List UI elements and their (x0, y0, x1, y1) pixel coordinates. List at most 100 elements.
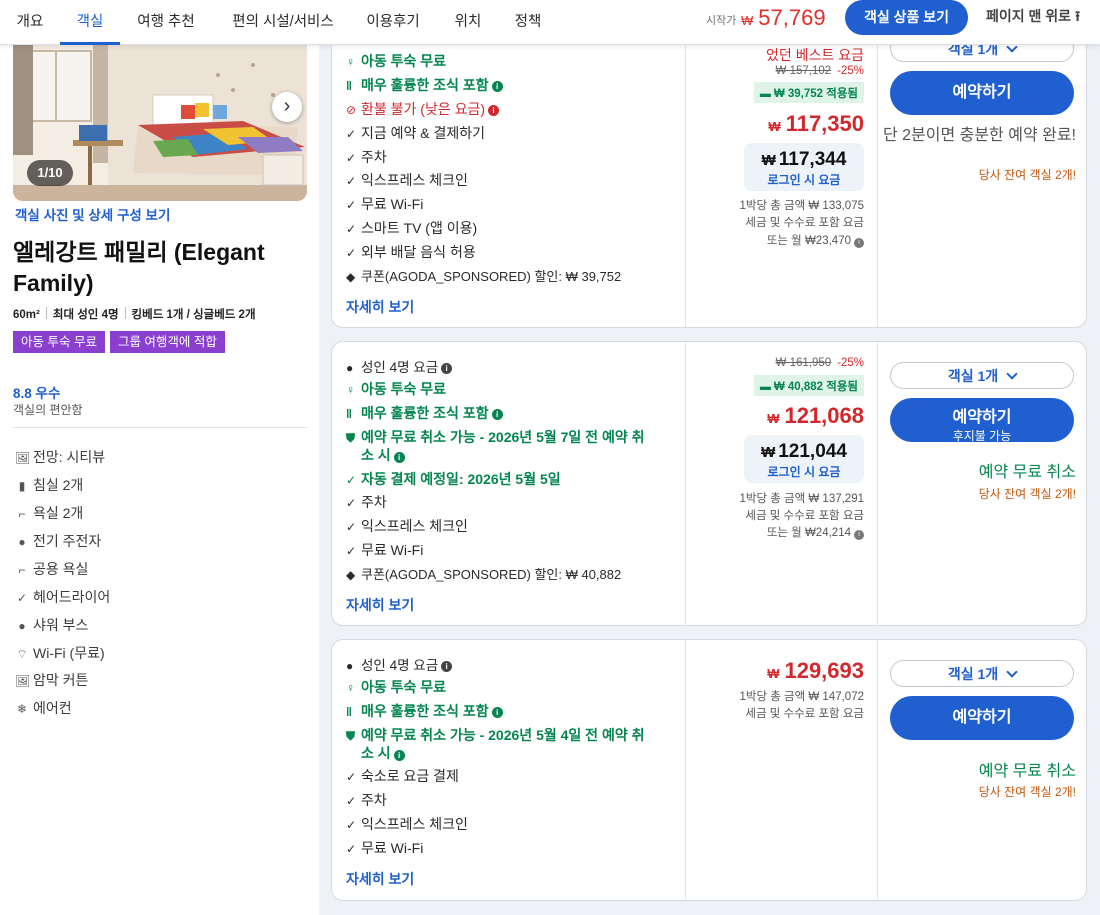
room-score-label: 객실의 편안함 (13, 403, 83, 417)
check-icon: ✓ (346, 198, 357, 212)
feature-item: ⊘ 환불 불가 (낮은 요금) i (346, 99, 500, 119)
feature-item: ✓ 무료 Wi-Fi (346, 542, 424, 558)
feature-item: ✓ 익스프레스 체크인 (346, 518, 468, 534)
amenity-item: ⌔ Wi-Fi (무료) (16, 645, 105, 661)
coupon-applied: ▬ ₩ 40,882 적용됨 (753, 375, 864, 396)
from-price-label: 시작가 (706, 15, 737, 27)
tab-overview[interactable]: 개요 (4, 0, 56, 45)
feature-item: ✓ 스마트 TV (앱 이용) (346, 220, 478, 236)
rooms-left: 당사 잔여 객실 2개! (978, 785, 1076, 799)
check-icon: ✓ (346, 127, 357, 141)
photo-next-button[interactable]: › (272, 92, 302, 122)
shield-icon: ⛊ (346, 729, 356, 743)
shared-bathroom-icon: ⌐ (18, 563, 26, 577)
amenity-item: ⌐ 욕실 2개 (15, 503, 83, 523)
info-icon[interactable]: i (441, 363, 453, 374)
tax-included: 세금 및 수수료 포함 요금 (745, 510, 864, 522)
total-per-night: 1박당 총 금액 ₩ 147,072 (739, 691, 865, 703)
info-icon[interactable]: i (393, 452, 405, 463)
info-icon[interactable]: i (854, 530, 864, 540)
tab-location[interactable]: 위치 (446, 0, 490, 45)
child-icon: ♀ (346, 55, 355, 69)
check-icon: ✓ (346, 770, 357, 784)
tab-recommendations[interactable]: 여행 추천 (126, 0, 206, 45)
breakfast-icon: ‖ (346, 79, 352, 93)
person-icon: ● (346, 659, 354, 673)
view-icon: 🖼 (15, 451, 31, 465)
aircon-icon: ❄ (16, 702, 28, 716)
wifi-icon: ⌔ (16, 647, 28, 661)
kettle-icon: ● (18, 535, 26, 549)
info-icon[interactable]: i (491, 409, 503, 420)
top-navigation: 개요 객실 여행 추천 편의 시설/서비스 이용후기 위치 정책 시작가 ₩57… (0, 0, 1100, 45)
offer-card: ♀ 아동 투숙 무료 ‖ 매우 훌륭한 조식 포함 i ⊘ 환불 불가 (낮은 요금) i… (331, 20, 1087, 328)
free-cancellation: 예약 무료 취소 (978, 464, 1076, 481)
details-link[interactable]: 자세히 보기 (346, 869, 414, 889)
from-currency: ₩ (741, 13, 754, 28)
room-photos-link[interactable]: 객실 사진 및 상세 구성 보기 (15, 204, 170, 224)
shield-icon: ⛊ (346, 431, 356, 445)
book-button[interactable]: 예약하기 (890, 71, 1074, 115)
info-icon[interactable]: i (854, 238, 864, 248)
room-area: 60m² (13, 309, 40, 321)
tab-rooms[interactable]: 객실 (60, 0, 120, 45)
feature-item: ‖ 매우 훌륭한 조식 포함 i (346, 75, 503, 95)
feature-item: ✓ 숙소로 요금 결제 (346, 768, 459, 784)
back-to-top-button[interactable]: 페이지 맨 위로 ⭱ (986, 6, 1080, 30)
feature-item: ✓ 무료 Wi-Fi (346, 196, 424, 212)
room-quantity-select[interactable]: 객실 1개 (890, 362, 1074, 389)
feature-item: ⛊ 예약 무료 취소 가능 - 2026년 5월 4일 전 예약 취 (346, 727, 645, 743)
chevron-down-icon (1006, 666, 1018, 678)
original-price: ₩ 161,950 -25% (775, 357, 864, 369)
details-link[interactable]: 자세히 보기 (346, 595, 414, 615)
breakfast-icon: ‖ (346, 407, 352, 421)
back-to-top-label: 페이지 맨 위로 (986, 8, 1072, 24)
photo-counter: 1/10 (27, 160, 73, 186)
room-specs: 60m² 최대 성인 4명 킹베드 1개 / 싱글베드 2개 (13, 306, 256, 322)
feature-item: ✓ 무료 Wi-Fi (346, 840, 424, 856)
tab-policy[interactable]: 정책 (505, 0, 551, 45)
room-quantity-select[interactable]: 객실 1개 (890, 660, 1074, 687)
check-icon: ✓ (346, 496, 357, 510)
offer-card: ● 성인 4명 요금 i ♀ 아동 투숙 무료 ‖ 매우 훌륭한 조식 포함 i ⛊ 예약 … (331, 639, 1087, 901)
info-icon[interactable]: i (393, 750, 405, 761)
login-price-box[interactable]: ₩117,344 로그인 시 요금 (744, 143, 864, 191)
check-icon: ✓ (16, 591, 28, 605)
book-button[interactable]: 예약하기 후지불 가능 (890, 398, 1074, 443)
best-rate-label: 었던 베스트 요금 (766, 47, 864, 63)
offer-price: ₩121,068 (767, 403, 864, 428)
book-button[interactable]: 예약하기 (890, 696, 1074, 740)
arrow-up-icon: ⭱ (1075, 8, 1080, 24)
check-icon: ✓ (346, 151, 357, 165)
feature-item: ‖ 매우 훌륭한 조식 포함 i (346, 403, 503, 423)
amenity-item: 🖼 암막 커튼 (15, 672, 89, 688)
feature-item: 소 시i (361, 445, 405, 465)
coupon-applied: ▬ ₩ 39,752 적용됨 (753, 82, 864, 103)
check-icon: ✓ (346, 246, 357, 260)
feature-item: ✓ 익스프레스 체크인 (346, 172, 468, 188)
curtain-icon: 🖼 (15, 674, 31, 688)
ticket-icon: ▬ (759, 381, 771, 393)
check-icon: ✓ (346, 794, 357, 808)
free-cancellation: 예약 무료 취소 (978, 763, 1076, 780)
info-icon[interactable]: i (491, 81, 503, 92)
divider (13, 427, 307, 428)
room-badges: 아동 투숙 무료 그룹 여행객에 적합 (13, 331, 230, 353)
tab-reviews[interactable]: 이용후기 (358, 0, 428, 45)
amenity-item: ❄ 에어컨 (16, 700, 72, 716)
amenity-item: ✓ 헤어드라이어 (16, 589, 111, 605)
tab-facilities[interactable]: 편의 시설/서비스 (218, 0, 348, 45)
room-beds: 킹베드 1개 / 싱글베드 2개 (131, 309, 256, 321)
monthly-payment: 또는 월 ₩23,470 i (767, 232, 864, 248)
details-link[interactable]: 자세히 보기 (346, 297, 414, 317)
info-icon[interactable]: i (441, 661, 453, 672)
check-icon: ✓ (346, 473, 357, 487)
login-price-box[interactable]: ₩121,044 로그인 시 요금 (744, 435, 864, 483)
amenity-item: ● 전기 주전자 (15, 531, 101, 551)
feature-item: ◆ 쿠폰(AGODA_SPONSORED) 할인: ₩ 40,882 (346, 567, 622, 582)
tag-icon: ◆ (346, 568, 356, 582)
check-icon: ✓ (346, 174, 357, 188)
info-icon[interactable]: i (491, 707, 503, 718)
info-icon[interactable]: i (488, 105, 500, 116)
view-rooms-button[interactable]: 객실 상품 보기 (845, 0, 968, 35)
